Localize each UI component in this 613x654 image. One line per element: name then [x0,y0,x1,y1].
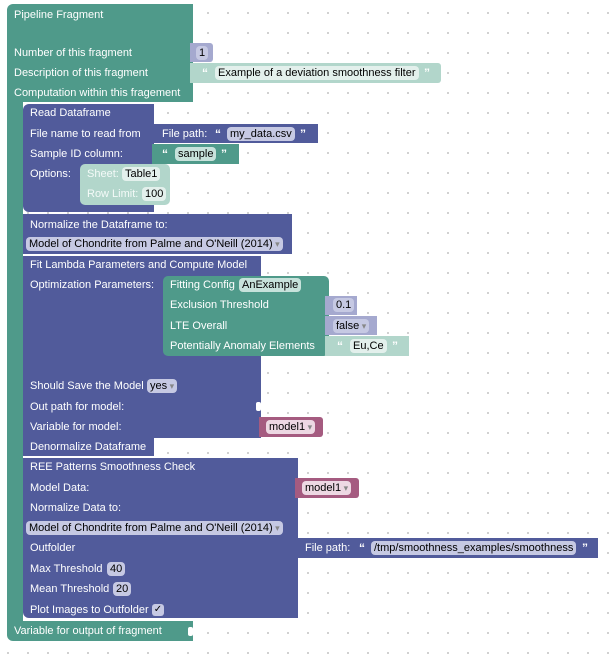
open-quote-icon: “ [215,127,221,141]
normalize-data-label: Normalize Data to: [30,502,122,514]
open-quote-icon: “ [202,66,208,80]
fragment-output-label: Variable for output of fragment [14,625,162,637]
open-quote-icon: “ [337,339,343,353]
description-field[interactable]: Example of a deviation smoothness filter [215,66,419,80]
read-dataframe-title: Read Dataframe [30,107,111,119]
row-limit-label: Row Limit: [87,188,139,200]
model-data-label: Model Data: [30,482,90,494]
open-quote-icon: “ [359,541,365,555]
outfolder-path-label: File path: [305,542,351,554]
output-socket-icon[interactable] [188,627,193,636]
sheet-field[interactable]: Table1 [122,167,161,181]
variable-model-label: Variable for model: [30,421,122,433]
fragment-computation-label: Computation within this fragement [14,87,181,99]
close-quote-icon: ” [221,147,227,161]
fragment-title: Pipeline Fragment [14,9,104,21]
pipeline-fragment-spine [7,100,23,625]
lte-overall-dropdown[interactable]: false [333,319,370,333]
model-data-dropdown[interactable]: model1 [302,481,352,495]
mean-threshold-label: Mean Threshold [30,583,110,595]
normalize-data-dropdown[interactable]: Model of Chondrite from Palme and O'Neil… [26,521,283,535]
max-threshold-label: Max Threshold [30,563,103,575]
lte-overall-label: LTE Overall [170,320,228,332]
max-threshold-field[interactable]: 40 [107,562,126,576]
open-quote-icon: “ [162,147,168,161]
outfolder-path-field[interactable]: /tmp/smoothness_examples/smoothness [371,541,577,555]
exclusion-threshold-label: Exclusion Threshold [170,299,269,311]
fragment-number-label: Number of this fragment [14,47,132,59]
out-path-socket-icon[interactable] [256,402,261,411]
sample-id-label: Sample ID column: [30,148,123,160]
normalize-dropdown[interactable]: Model of Chondrite from Palme and O'Neil… [26,237,283,251]
outfolder-label: Outfolder [30,542,76,554]
file-name-label: File name to read from [30,128,141,140]
fragment-number-field[interactable]: 1 [196,46,209,60]
sample-id-field[interactable]: sample [175,147,217,161]
smoothness-title: REE Patterns Smoothness Check [30,461,196,473]
fitting-config-field[interactable]: AnExample [239,278,302,292]
plot-images-checkbox[interactable]: ✓ [152,604,164,616]
close-quote-icon: ” [300,127,306,141]
optimization-params-label: Optimization Parameters: [30,279,155,291]
fragment-description-label: Description of this fragment [14,67,148,79]
sheet-label: Sheet: [87,168,119,180]
exclusion-threshold-field[interactable]: 0.1 [333,298,355,312]
out-path-label: Out path for model: [30,401,125,413]
denormalize-title: Denormalize Dataframe [30,441,147,453]
close-quote-icon: ” [392,339,398,353]
anomaly-elements-field[interactable]: Eu,Ce [350,339,387,353]
fit-lambda-title: Fit Lambda Parameters and Compute Model [30,259,248,271]
close-quote-icon: ” [424,66,430,80]
plot-images-label: Plot Images to Outfolder [30,604,149,616]
close-quote-icon: ” [582,541,588,555]
save-model-dropdown[interactable]: yes [147,379,178,393]
options-label: Options: [30,168,71,180]
variable-model-dropdown[interactable]: model1 [266,420,316,434]
normalize-title: Normalize the Dataframe to: [30,219,168,231]
save-model-label: Should Save the Model [30,380,144,392]
file-path-label: File path: [162,128,208,140]
row-limit-field[interactable]: 100 [142,187,167,201]
mean-threshold-field[interactable]: 20 [113,582,132,596]
file-path-field[interactable]: my_data.csv [227,127,295,141]
anomaly-elements-label: Potentially Anomaly Elements [170,340,315,352]
fitting-config-label: Fitting Config [170,279,235,291]
